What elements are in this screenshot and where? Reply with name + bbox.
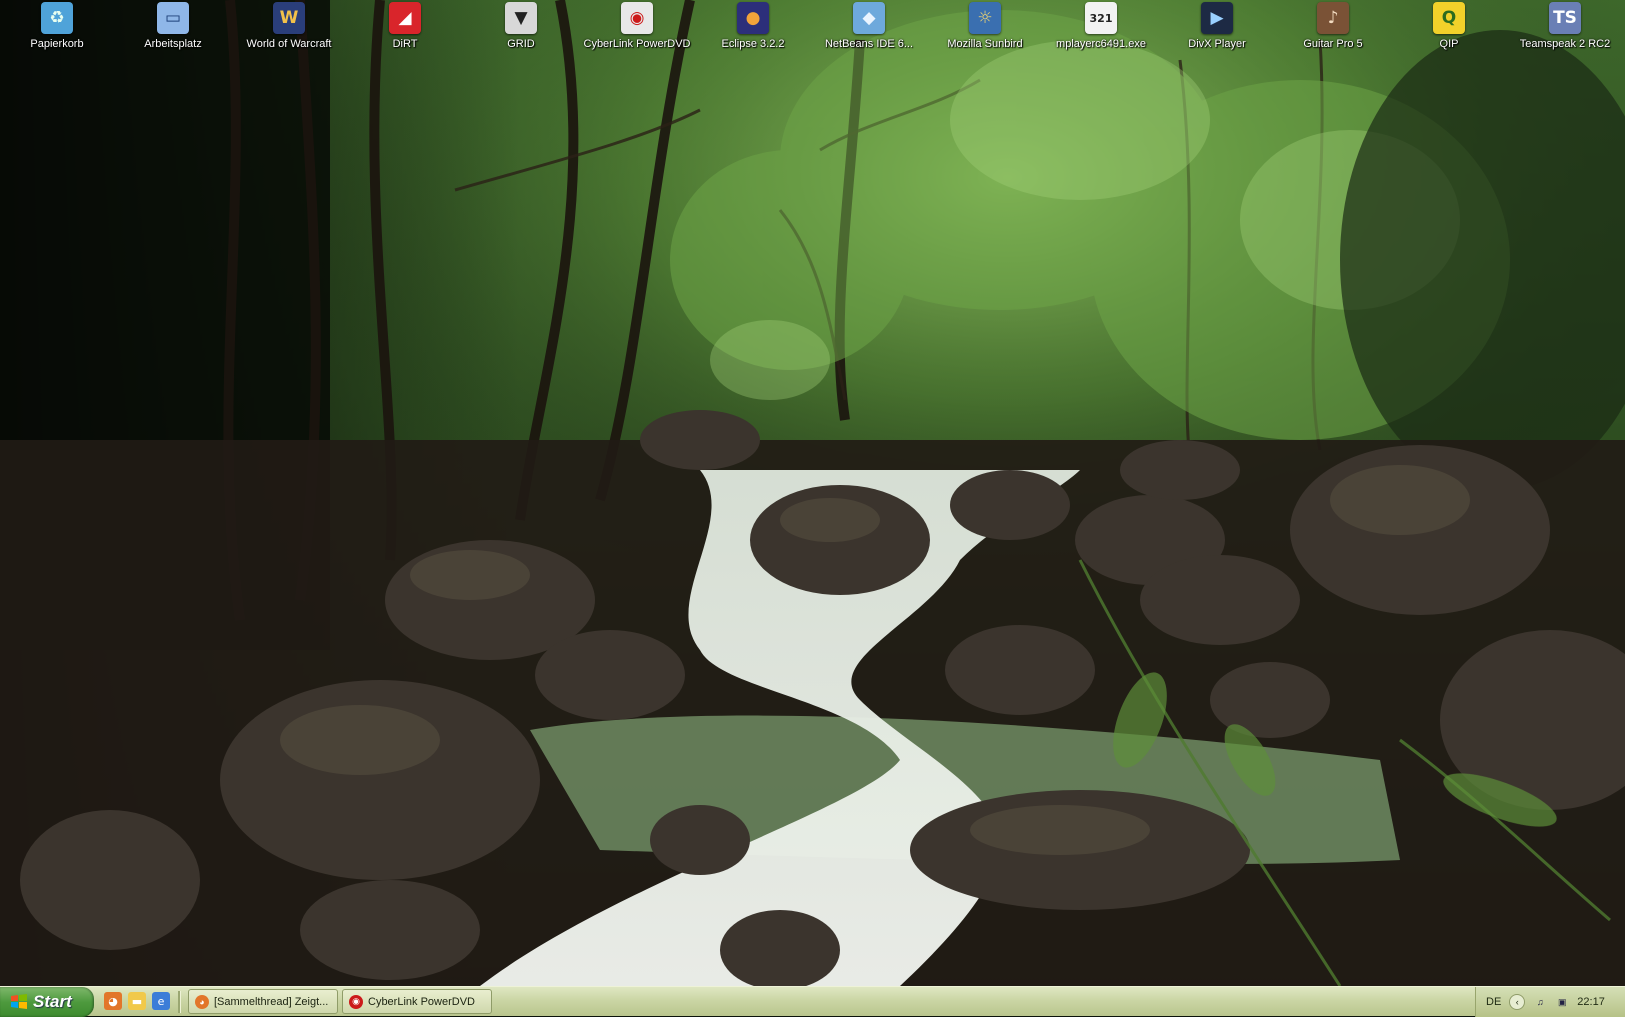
desktop-icon-label: Papierkorb <box>30 38 84 50</box>
powerdvd-icon: ◉ <box>621 2 653 34</box>
desktop-icon-label: Arbeitsplatz <box>144 38 202 50</box>
start-button[interactable]: Start <box>0 987 94 1017</box>
desktop-icons: ♻ Papierkorb ▭ Arbeitsplatz W World of Warcra… <box>0 0 1625 60</box>
show-hidden-icons-chevron[interactable]: ‹ <box>1509 994 1526 1010</box>
world-of-warcraft-icon: W <box>273 2 305 34</box>
netbeans-icon: ◆ <box>853 2 885 34</box>
eclipse-icon: ● <box>737 2 769 34</box>
firefox-icon[interactable]: ◕ <box>104 992 122 1010</box>
desktop-icon-label: NetBeans IDE 6... <box>824 38 914 50</box>
qip-icon: Q <box>1433 2 1465 34</box>
desktop-icon-label: Teamspeak 2 RC2 <box>1519 38 1611 50</box>
grid-icon: ▼ <box>505 2 537 34</box>
desktop-icon[interactable]: ♻ Papierkorb <box>2 2 112 54</box>
desktop-wallpaper <box>0 0 1625 986</box>
windows-logo-icon <box>11 994 27 1009</box>
desktop-icon[interactable]: ☼ Mozilla Sunbird <box>930 2 1040 54</box>
desktop-icon-label: World of Warcraft <box>246 38 332 50</box>
language-indicator[interactable]: DE <box>1486 996 1501 1008</box>
volume-icon[interactable]: ♫ <box>1533 995 1547 1009</box>
desktop-icon[interactable]: W World of Warcraft <box>234 2 344 54</box>
system-tray: DE ‹ ♫ ▣ 22:17 <box>1475 987 1625 1017</box>
taskbar: Start ◕ ▬ e ◕ [Sammelthread] Zeigt... ◉ Cy… <box>0 986 1625 1017</box>
desktop-icon[interactable]: ◢ DiRT <box>350 2 460 54</box>
desktop-icon[interactable]: ▼ GRID <box>466 2 576 54</box>
desktop-icon-label: Eclipse 3.2.2 <box>721 38 785 50</box>
quick-launch: ◕ ▬ e <box>104 992 170 1012</box>
desktop-icon-label: mplayerc6491.exe <box>1056 38 1146 50</box>
network-icon[interactable]: ▣ <box>1555 995 1569 1009</box>
desktop-icon[interactable]: ◉ CyberLink PowerDVD <box>582 2 692 54</box>
recycle-bin-icon: ♻ <box>41 2 73 34</box>
desktop-icon[interactable]: Q QIP <box>1394 2 1504 54</box>
teamspeak-icon: TS <box>1549 2 1581 34</box>
guitar-pro-icon: ♪ <box>1317 2 1349 34</box>
task-button-powerdvd[interactable]: ◉ CyberLink PowerDVD <box>342 989 492 1014</box>
desktop-icon-label: DivX Player <box>1188 38 1246 50</box>
firefox-icon: ◕ <box>195 994 209 1009</box>
dirt-icon: ◢ <box>389 2 421 34</box>
desktop-icon-label: DiRT <box>392 38 418 50</box>
desktop-icon[interactable]: ♪ Guitar Pro 5 <box>1278 2 1388 54</box>
internet-explorer-icon[interactable]: e <box>152 992 170 1010</box>
sunbird-icon: ☼ <box>969 2 1001 34</box>
media-player-classic-icon: 321 <box>1085 2 1117 34</box>
explorer-folder-icon[interactable]: ▬ <box>128 992 146 1010</box>
desktop-icon[interactable]: ● Eclipse 3.2.2 <box>698 2 808 54</box>
powerdvd-icon: ◉ <box>349 994 363 1009</box>
task-label: CyberLink PowerDVD <box>368 995 475 1008</box>
desktop-icon[interactable]: TS Teamspeak 2 RC2 <box>1510 2 1620 54</box>
clock[interactable]: 22:17 <box>1577 996 1605 1008</box>
desktop-icon-label: GRID <box>507 38 535 50</box>
my-computer-icon: ▭ <box>157 2 189 34</box>
desktop-icon[interactable]: ▭ Arbeitsplatz <box>118 2 228 54</box>
desktop-icon[interactable]: ▶ DivX Player <box>1162 2 1272 54</box>
quick-launch-divider <box>178 991 181 1013</box>
divx-player-icon: ▶ <box>1201 2 1233 34</box>
desktop-icon-label: Guitar Pro 5 <box>1303 38 1363 50</box>
start-label: Start <box>33 992 72 1011</box>
desktop-icon-label: CyberLink PowerDVD <box>583 38 691 50</box>
desktop-icon[interactable]: ◆ NetBeans IDE 6... <box>814 2 924 54</box>
task-button-firefox[interactable]: ◕ [Sammelthread] Zeigt... <box>188 989 338 1014</box>
desktop-icon-label: Mozilla Sunbird <box>947 38 1023 50</box>
desktop-icon[interactable]: 321 mplayerc6491.exe <box>1046 2 1156 54</box>
desktop-icon-label: QIP <box>1439 38 1459 50</box>
task-label: [Sammelthread] Zeigt... <box>214 995 329 1008</box>
